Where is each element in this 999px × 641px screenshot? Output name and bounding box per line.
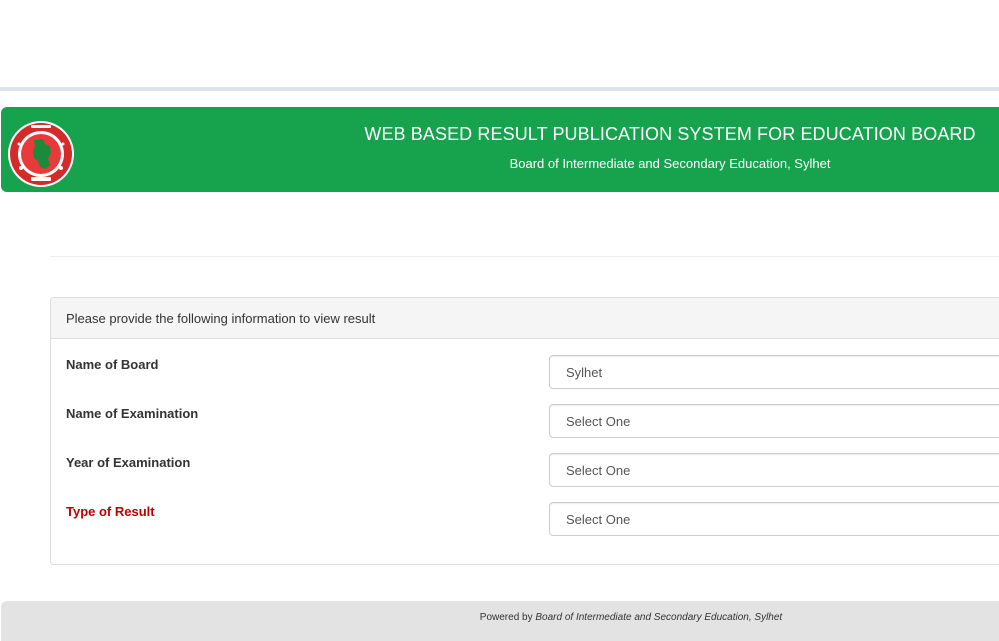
year-label: Year of Examination [66,455,191,470]
content-divider [50,256,999,257]
footer-org: Board of Intermediate and Secondary Educ… [535,612,783,623]
examination-select[interactable]: Select One [549,404,999,438]
page-subtitle: Board of Intermediate and Secondary Educ… [509,156,831,171]
footer-credit: Powered by Board of Intermediate and Sec… [0,612,999,623]
examination-label: Name of Examination [66,406,199,421]
year-select[interactable]: Select One [549,453,999,487]
result-type-label: Type of Result [66,504,155,519]
board-label: Name of Board [66,357,159,372]
footer-prefix: Powered by [479,612,533,623]
board-select[interactable]: Sylhet [549,355,999,389]
panel-heading: Please provide the following information… [51,298,999,339]
result-type-select[interactable]: Select One [549,502,999,536]
top-divider [0,87,999,91]
result-form-panel: Please provide the following information… [50,297,999,565]
page-header [1,107,999,192]
page-title: WEB BASED RESULT PUBLICATION SYSTEM FOR … [364,124,976,144]
